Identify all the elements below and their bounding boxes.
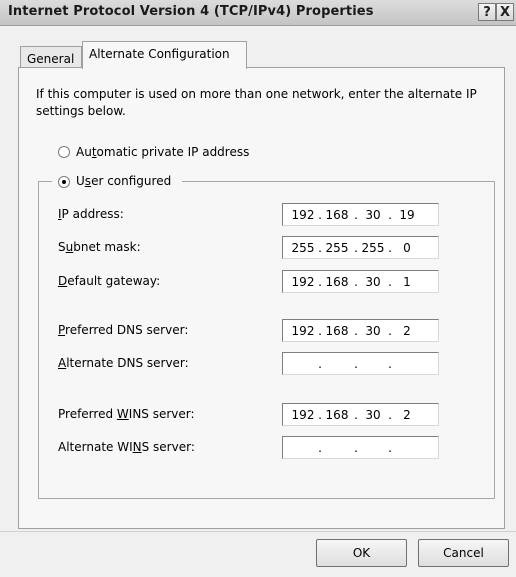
- default-gateway-label: Default gateway:: [58, 274, 161, 288]
- user-configured-label[interactable]: User configured: [76, 174, 171, 188]
- user-configured-radio[interactable]: [58, 176, 70, 188]
- window-title: Internet Protocol Version 4 (TCP/IPv4) P…: [8, 4, 374, 19]
- ip-address-octet-1: 192: [291, 208, 315, 222]
- preferred-wins-label: Preferred WINS server:: [58, 407, 195, 421]
- default-gateway-octet-2: 168: [325, 275, 349, 289]
- preferred-dns-octet-2: 168: [325, 324, 349, 338]
- preferred-dns-octet-1: 192: [291, 324, 315, 338]
- subnet-mask-label: Subnet mask:: [58, 240, 141, 254]
- ip-address-label: IP address:: [58, 207, 124, 221]
- subnet-mask-octet-4: 0: [403, 241, 411, 255]
- description-text: If this computer is used on more than on…: [36, 87, 477, 118]
- default-gateway-octet-4: 1: [403, 275, 411, 289]
- preferred-wins-octet-2: 168: [325, 408, 349, 422]
- tab-general[interactable]: General: [20, 46, 82, 68]
- ok-button[interactable]: OK: [316, 539, 407, 567]
- subnet-mask-octet-3: 255: [361, 241, 385, 255]
- subnet-mask-octet-1: 255: [291, 241, 315, 255]
- cancel-button[interactable]: Cancel: [418, 539, 509, 567]
- automatic-private-ip-label[interactable]: Automatic private IP address: [76, 145, 249, 159]
- preferred-dns-label: Preferred DNS server:: [58, 323, 189, 337]
- close-button[interactable]: X: [496, 3, 514, 21]
- alternate-dns-label: Alternate DNS server:: [58, 356, 189, 370]
- default-gateway-field[interactable]: 192. 168. 30. 1: [282, 270, 439, 293]
- preferred-dns-octet-3: 30: [365, 324, 381, 338]
- tab-alternate-configuration[interactable]: Alternate Configuration: [82, 41, 247, 69]
- help-button[interactable]: ?: [478, 3, 496, 21]
- ip-address-field[interactable]: 192. 168. 30. 19: [282, 203, 439, 226]
- dialog-window: Internet Protocol Version 4 (TCP/IPv4) P…: [0, 0, 516, 577]
- preferred-wins-octet-3: 30: [365, 408, 381, 422]
- alternate-wins-field[interactable]: . . .: [282, 436, 439, 459]
- alternate-dns-field[interactable]: . . .: [282, 352, 439, 375]
- preferred-wins-octet-4: 2: [403, 408, 411, 422]
- ip-address-octet-2: 168: [325, 208, 349, 222]
- preferred-wins-field[interactable]: 192. 168. 30. 2: [282, 403, 439, 426]
- alternate-wins-label: Alternate WINS server:: [58, 440, 195, 454]
- title-bar[interactable]: Internet Protocol Version 4 (TCP/IPv4) P…: [0, 0, 516, 26]
- default-gateway-octet-1: 192: [291, 275, 315, 289]
- footer-separator: [0, 531, 516, 532]
- preferred-dns-field[interactable]: 192. 168. 30. 2: [282, 319, 439, 342]
- subnet-mask-field[interactable]: 255. 255. 255. 0: [282, 236, 439, 259]
- ip-address-octet-3: 30: [365, 208, 381, 222]
- preferred-dns-octet-4: 2: [403, 324, 411, 338]
- ip-address-octet-4: 19: [399, 208, 415, 222]
- preferred-wins-octet-1: 192: [291, 408, 315, 422]
- automatic-private-ip-radio[interactable]: [58, 146, 70, 158]
- default-gateway-octet-3: 30: [365, 275, 381, 289]
- subnet-mask-octet-2: 255: [325, 241, 349, 255]
